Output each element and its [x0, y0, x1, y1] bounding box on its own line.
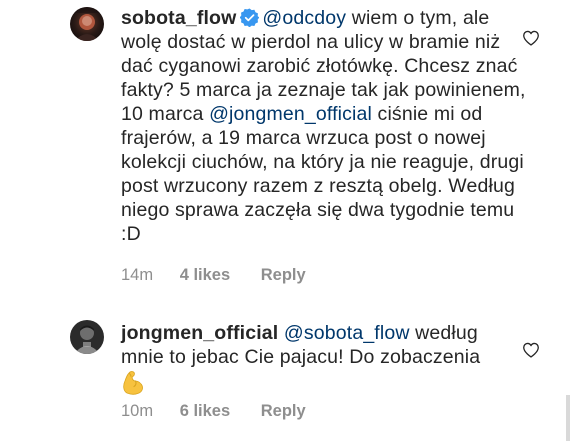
mention-link[interactable]: @sobota_flow — [284, 322, 410, 344]
comment-meta: 10m 6 likes Reply — [121, 402, 306, 421]
comment-username[interactable]: sobota_flow — [121, 7, 236, 29]
likes-count[interactable]: 6 likes — [180, 402, 230, 421]
comment-meta: 14m 4 likes Reply — [121, 266, 306, 285]
comment-text: sobota_flow @odcdoy wiem o tym, ale wolę… — [121, 6, 526, 246]
scrollbar[interactable] — [566, 395, 570, 441]
reply-button[interactable]: Reply — [261, 402, 306, 421]
avatar[interactable] — [70, 320, 104, 354]
heart-outline-icon[interactable] — [522, 30, 540, 46]
heart-outline-icon[interactable] — [522, 342, 540, 358]
reply-button[interactable]: Reply — [261, 266, 306, 285]
mention-link[interactable]: @jongmen_official — [209, 103, 372, 125]
comment-time: 10m — [121, 402, 154, 420]
comment-text: jongmen_official @sobota_flow według mni… — [121, 321, 526, 397]
mention-link[interactable]: @odcdoy — [262, 7, 346, 29]
likes-count[interactable]: 4 likes — [180, 266, 230, 285]
flexed-biceps-icon — [123, 371, 143, 395]
comment-username[interactable]: jongmen_official — [121, 322, 278, 344]
verified-badge-icon — [240, 8, 260, 27]
avatar[interactable] — [70, 7, 104, 41]
comment-time: 14m — [121, 266, 154, 284]
